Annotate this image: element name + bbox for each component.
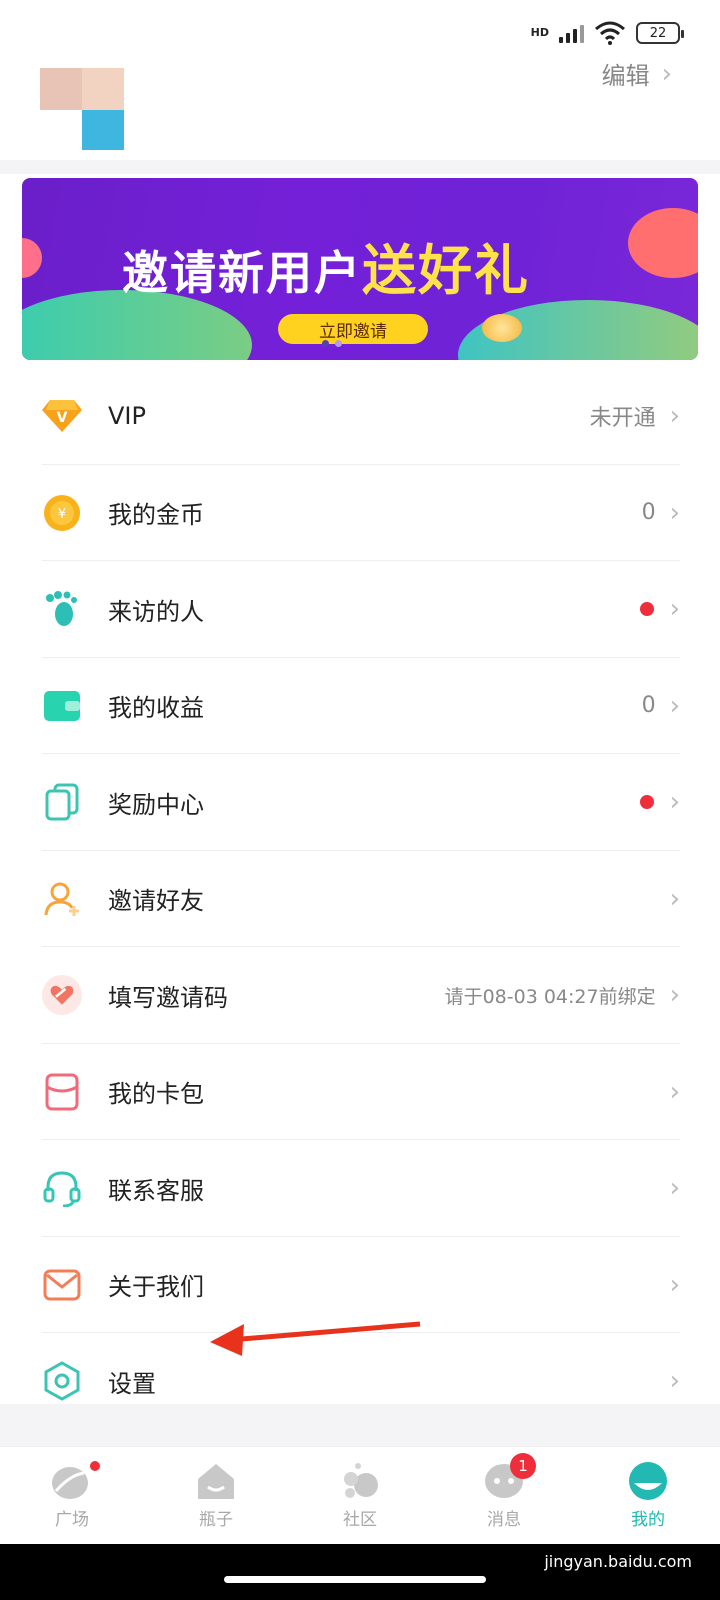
home-indicator[interactable]: [224, 1576, 486, 1583]
settings-hexagon-icon: [42, 1361, 82, 1401]
menu-label: 我的卡包: [108, 1080, 204, 1109]
menu-item-invite-code[interactable]: 填写邀请码 请于08-03 04:27前绑定 ›: [0, 947, 720, 1044]
menu-item-vip[interactable]: V VIP 未开通 ›: [0, 368, 720, 465]
menu-item-visitors[interactable]: 来访的人 ›: [0, 561, 720, 658]
footprint-icon: [42, 589, 82, 629]
menu-list: V VIP 未开通 › ¥ 我的金币 0 › 来访的人 › 我的收益 0 › 奖…: [0, 368, 720, 1430]
tab-community[interactable]: 社区: [288, 1447, 432, 1544]
tab-label: 广场: [55, 1510, 89, 1530]
mail-icon: [42, 1265, 82, 1305]
signal-icon: [559, 23, 584, 43]
menu-value: 0: [641, 693, 656, 719]
chevron-right-icon: ›: [669, 1173, 680, 1204]
gold-coin-icon: ¥: [42, 493, 82, 533]
menu-value: 未开通: [589, 406, 656, 432]
tab-plaza[interactable]: 广场: [0, 1447, 144, 1544]
chevron-right-icon: ›: [669, 1366, 680, 1397]
avatar[interactable]: [40, 68, 124, 150]
banner-title: 邀请新用户送好礼: [122, 226, 530, 305]
chevron-right-icon: ›: [669, 787, 680, 818]
tab-label: 我的: [631, 1510, 665, 1530]
wallet-icon: [42, 686, 82, 726]
section-divider: [0, 1404, 720, 1446]
tab-label: 消息: [487, 1510, 521, 1530]
tab-profile[interactable]: 我的: [576, 1447, 720, 1544]
watermark: jingyan.baidu.com: [544, 1552, 692, 1571]
menu-item-rewards[interactable]: 奖励中心 ›: [0, 754, 720, 851]
invite-friend-icon: [42, 879, 82, 919]
annotation-arrow: [210, 1321, 421, 1356]
menu-item-coins[interactable]: ¥ 我的金币 0 ›: [0, 465, 720, 562]
headset-icon: [42, 1168, 82, 1208]
menu-label: 关于我们: [108, 1273, 204, 1302]
menu-label: 我的金币: [108, 501, 204, 530]
coin-icon: [482, 314, 522, 342]
notification-dot: [639, 602, 654, 617]
reward-cards-icon: [42, 782, 82, 822]
wifi-icon: [595, 21, 625, 45]
notification-dot: [639, 795, 654, 810]
chevron-right-icon: ›: [669, 497, 680, 528]
menu-item-customer-service[interactable]: 联系客服 ›: [0, 1140, 720, 1237]
menu-label: VIP: [108, 402, 146, 431]
profile-face-icon: [629, 1462, 667, 1500]
invite-now-button[interactable]: 立即邀请: [278, 314, 428, 344]
network-type: HD: [530, 26, 549, 39]
card-wallet-icon: [42, 1072, 82, 1112]
banner-title-highlight: 送好礼: [362, 239, 530, 302]
chevron-right-icon: ›: [669, 401, 680, 432]
menu-item-card-wallet[interactable]: 我的卡包 ›: [0, 1044, 720, 1141]
menu-label: 奖励中心: [108, 790, 204, 819]
status-bar: HD 22: [530, 18, 684, 48]
svg-text:¥: ¥: [58, 507, 66, 522]
banner-title-main: 邀请新用户: [122, 246, 362, 300]
menu-value: 0: [641, 500, 656, 526]
menu-value: 请于08-03 04:27前绑定: [444, 985, 656, 1008]
invite-banner[interactable]: 邀请新用户送好礼 立即邀请: [22, 178, 698, 360]
edit-profile-button[interactable]: 编辑 ›: [602, 56, 672, 91]
section-divider: [0, 160, 720, 174]
menu-label: 来访的人: [108, 597, 204, 626]
svg-text:V: V: [57, 410, 68, 426]
heart-code-icon: [42, 975, 82, 1016]
chevron-right-icon: ›: [669, 1076, 680, 1107]
menu-label: 设置: [108, 1369, 156, 1398]
menu-label: 我的收益: [108, 694, 204, 723]
tab-label: 瓶子: [199, 1510, 233, 1530]
tab-label: 社区: [343, 1510, 377, 1530]
notification-dot: [88, 1459, 102, 1473]
community-bubbles-icon: [344, 1463, 378, 1498]
edit-label: 编辑: [601, 62, 650, 90]
bottle-house-icon: [198, 1464, 234, 1499]
tab-bottle[interactable]: 瓶子: [144, 1447, 288, 1544]
battery-level: 22: [649, 25, 667, 41]
chevron-right-icon: ›: [669, 690, 680, 721]
bottom-tab-bar: 广场 瓶子 社区 1 消息 我的: [0, 1446, 720, 1544]
tab-messages[interactable]: 1 消息: [432, 1447, 576, 1544]
unread-badge: 1: [510, 1453, 536, 1479]
menu-item-earnings[interactable]: 我的收益 0 ›: [0, 658, 720, 755]
vip-diamond-icon: V: [42, 396, 82, 436]
chevron-right-icon: ›: [669, 1269, 680, 1300]
chevron-right-icon: ›: [669, 883, 680, 914]
menu-label: 填写邀请码: [108, 983, 228, 1012]
menu-label: 邀请好友: [108, 887, 204, 916]
chevron-right-icon: ›: [661, 58, 672, 89]
menu-label: 联系客服: [108, 1176, 204, 1205]
chevron-right-icon: ›: [669, 980, 680, 1011]
chevron-right-icon: ›: [669, 594, 680, 625]
banner-pager: [322, 340, 342, 347]
battery-icon: 22: [636, 22, 684, 44]
menu-item-invite-friends[interactable]: 邀请好友 ›: [0, 851, 720, 948]
